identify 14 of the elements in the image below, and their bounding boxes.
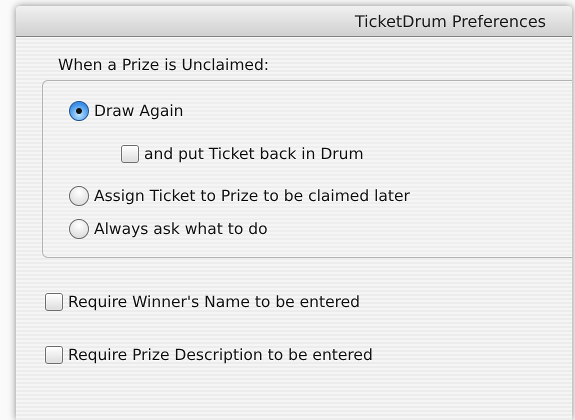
- checkbox[interactable]: [121, 144, 139, 163]
- group-label: When a Prize is Unclaimed:: [58, 56, 270, 76]
- checkbox-label: Require Winner's Name to be entered: [68, 293, 360, 311]
- checkbox[interactable]: [45, 346, 63, 364]
- checkbox-label: and put Ticket back in Drum: [144, 144, 364, 163]
- radio-label: Assign Ticket to Prize to be claimed later: [94, 187, 410, 205]
- radio-button[interactable]: [69, 218, 89, 239]
- checkbox-label: Require Prize Description to be entered: [68, 346, 373, 364]
- radio-button[interactable]: [69, 186, 89, 206]
- checkbox[interactable]: [45, 293, 63, 311]
- radio-label: Draw Again: [94, 102, 184, 120]
- window-title: TicketDrum Preferences: [354, 12, 546, 30]
- radio-label: Always ask what to do: [94, 220, 268, 238]
- radio-button[interactable]: [69, 101, 89, 122]
